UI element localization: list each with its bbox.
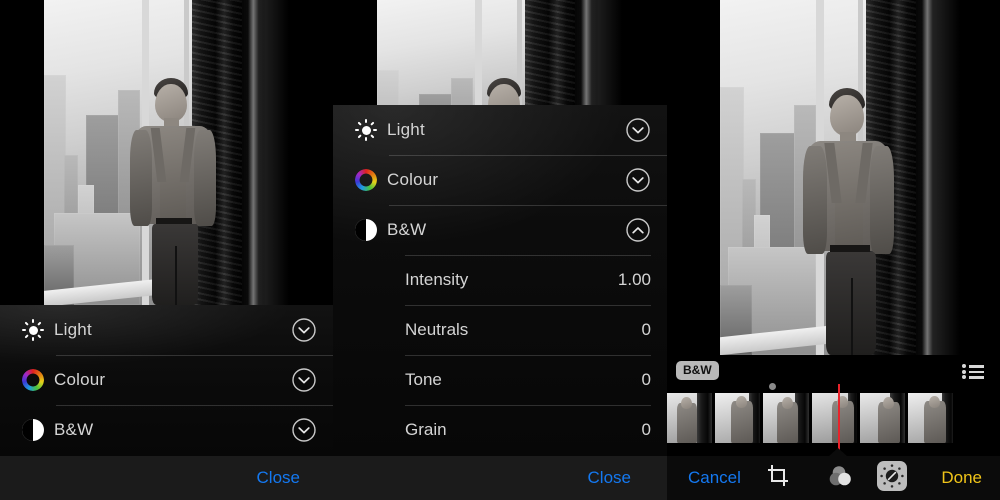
screen-middle: Light Colour B&W Intensity 1.00 Neutrals…	[333, 0, 667, 500]
filmstrip-frame[interactable]	[859, 393, 905, 443]
adjust-sheet-left: Light Colour B&W	[0, 305, 333, 456]
adjust-group-label: Colour	[387, 170, 439, 189]
sub-label: Neutrals	[405, 320, 469, 339]
sub-label: Intensity	[405, 270, 469, 289]
color-wheel-icon	[16, 369, 50, 391]
adjust-group-label: Light	[54, 320, 92, 339]
editor-screens-montage: Light Colour B&W Close Light Colour B&W …	[0, 0, 1000, 500]
sub-value: 1.00	[617, 270, 651, 289]
filmstrip-frame[interactable]	[907, 393, 954, 443]
chevron-down-icon[interactable]	[291, 317, 317, 343]
adjust-group-bw[interactable]: B&W	[0, 405, 333, 455]
bw-sub-grain[interactable]: Grain 0	[333, 405, 667, 455]
crop-icon[interactable]	[767, 464, 789, 492]
toolbar-caret	[829, 448, 847, 456]
bw-sub-intensity[interactable]: Intensity 1.00	[333, 255, 667, 305]
chevron-down-icon[interactable]	[625, 117, 651, 143]
toolbar-left: Close	[0, 456, 333, 500]
adjust-group-colour[interactable]: Colour	[0, 355, 333, 405]
adjust-group-colour[interactable]: Colour	[333, 155, 667, 205]
screen-right: B&W Cancel Done	[667, 0, 1000, 500]
adjust-group-label: B&W	[54, 420, 94, 439]
color-wheel-icon	[349, 169, 383, 191]
chevron-down-icon[interactable]	[625, 167, 651, 193]
filmstrip-frame[interactable]	[715, 393, 761, 443]
adjust-group-label: Colour	[54, 370, 106, 389]
filmstrip-frame[interactable]	[667, 393, 713, 443]
toolbar-right: Cancel Done	[667, 456, 1000, 500]
adjust-sheet-middle: Light Colour B&W Intensity 1.00 Neutrals…	[333, 105, 667, 456]
close-button[interactable]: Close	[588, 468, 631, 488]
filter-badge-bw: B&W	[676, 361, 719, 380]
adjust-group-label: B&W	[387, 220, 427, 239]
filmstrip[interactable]	[667, 393, 956, 443]
adjust-group-label: Light	[387, 120, 425, 139]
filmstrip-frame[interactable]	[811, 393, 857, 443]
sub-label: Grain	[405, 420, 447, 439]
photo-preview-left[interactable]	[44, 0, 289, 305]
bw-contrast-icon	[16, 419, 50, 441]
chevron-up-icon[interactable]	[625, 217, 651, 243]
chevron-down-icon[interactable]	[291, 367, 317, 393]
cancel-button[interactable]: Cancel	[688, 468, 741, 488]
adjust-group-bw[interactable]: B&W	[333, 205, 667, 255]
screen-left: Light Colour B&W Close	[0, 0, 333, 500]
filmstrip-frame[interactable]	[763, 393, 809, 443]
filters-icon[interactable]	[828, 465, 854, 492]
sub-value: 0	[641, 370, 651, 389]
sub-value: 0	[641, 320, 651, 339]
sub-value: 0	[641, 420, 651, 439]
adjust-group-light[interactable]: Light	[0, 305, 333, 355]
sun-icon	[16, 319, 50, 341]
sun-icon	[349, 119, 383, 141]
chevron-down-icon[interactable]	[291, 417, 317, 443]
photo-preview-right[interactable]	[720, 0, 960, 355]
filmstrip-playhead[interactable]	[838, 384, 840, 456]
close-button[interactable]: Close	[257, 468, 300, 488]
filmstrip-position-dot	[769, 383, 776, 390]
adjust-dial-icon[interactable]	[877, 460, 907, 496]
adjust-group-light[interactable]: Light	[333, 105, 667, 155]
bulleted-list-icon[interactable]	[962, 363, 984, 379]
done-button[interactable]: Done	[941, 468, 982, 488]
bw-sub-tone[interactable]: Tone 0	[333, 355, 667, 405]
toolbar-middle: Close	[333, 456, 667, 500]
sub-label: Tone	[405, 370, 442, 389]
bw-sub-neutrals[interactable]: Neutrals 0	[333, 305, 667, 355]
bw-contrast-icon	[349, 219, 383, 241]
